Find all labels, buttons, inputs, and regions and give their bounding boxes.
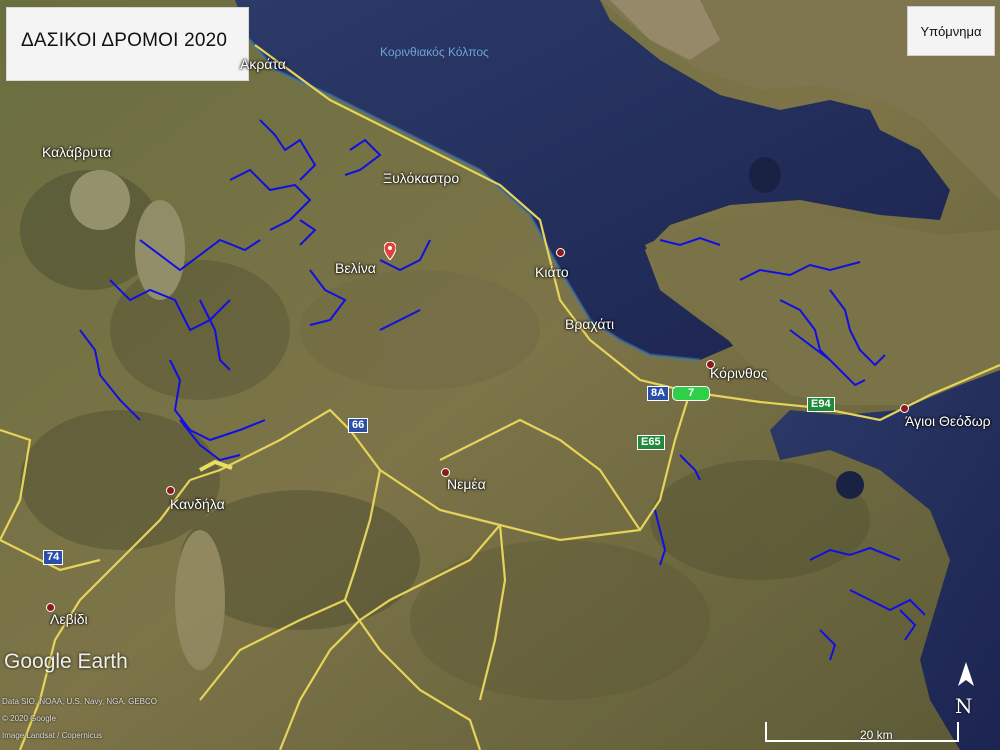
place-label-levidi[interactable]: Λεβίδι <box>50 611 88 627</box>
road-shield-e94: E94 <box>807 397 835 412</box>
location-pin[interactable] <box>441 468 450 477</box>
marker-icon[interactable] <box>384 242 396 260</box>
place-label-xylokastro[interactable]: Ξυλόκαστρο <box>383 170 459 186</box>
copyright-credit: © 2020 Google <box>2 714 56 723</box>
place-label-velina[interactable]: Βελίνα <box>335 260 376 276</box>
place-label-kiato[interactable]: Κιάτο <box>535 264 569 280</box>
map-title: ΔΑΣΙΚΟΙ ΔΡΟΜΟΙ 2020 <box>21 30 228 51</box>
place-label-kalavryta[interactable]: Καλάβρυτα <box>42 144 111 160</box>
satellite-imagery <box>0 0 1000 750</box>
place-label-korinthos[interactable]: Κόρινθος <box>710 365 767 381</box>
road-shield-8a: 8A <box>647 386 670 401</box>
road-shield-74: 74 <box>43 550 64 565</box>
place-label-vrachati[interactable]: Βραχάτι <box>565 316 614 332</box>
location-pin[interactable] <box>166 486 175 495</box>
place-label-kandila[interactable]: Κανδήλα <box>170 496 225 512</box>
google-earth-watermark: Google Earth <box>4 650 128 673</box>
location-pin[interactable] <box>706 360 715 369</box>
place-label-nemea[interactable]: Νεμέα <box>447 476 486 492</box>
data-credit: Data SIO, NOAA, U.S. Navy, NGA, GEBCO <box>2 697 157 706</box>
location-pin[interactable] <box>556 248 565 257</box>
north-label: N <box>955 694 973 718</box>
road-shield-e65: E65 <box>637 435 665 450</box>
title-panel: ΔΑΣΙΚΟΙ ΔΡΟΜΟΙ 2020 <box>6 7 249 81</box>
place-label-akrata[interactable]: Ακράτα <box>240 56 286 72</box>
legend-button[interactable]: Υπόμνημα <box>907 6 995 56</box>
road-shield-66: 66 <box>348 418 369 433</box>
scale-label: 20 km <box>860 728 893 742</box>
place-label-agioi-theodoroi[interactable]: Άγιοι Θεόδωρ <box>905 413 991 429</box>
location-pin[interactable] <box>900 404 909 413</box>
imagery-credit: Image Landsat / Copernicus <box>2 731 103 740</box>
sea-label: Κορινθιακός Κόλπος <box>380 45 489 59</box>
location-pin[interactable] <box>46 603 55 612</box>
map-viewport[interactable]: ΔΑΣΙΚΟΙ ΔΡΟΜΟΙ 2020 Υπόμνημα Κορινθιακός… <box>0 0 1000 750</box>
road-shield-7: 7 <box>672 386 710 401</box>
